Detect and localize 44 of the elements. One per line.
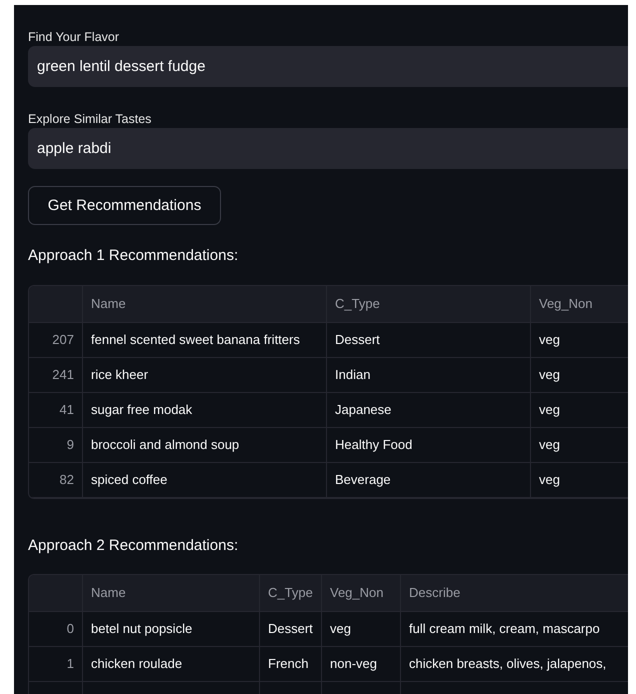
table-cell: Indian	[327, 358, 531, 393]
table-cell: non-veg	[322, 647, 401, 682]
table-cell: Dessert	[260, 612, 322, 647]
table-cell: French	[260, 647, 322, 682]
section-heading: Approach 1 Recommendations:	[28, 246, 240, 266]
table-cell: betel nut popsicle	[83, 612, 260, 647]
table-cell: chicken breasts, olives, jalapenos,	[401, 647, 628, 682]
row-index: 9	[29, 428, 83, 463]
text-input[interactable]: apple rabdi	[28, 128, 628, 169]
table-cell: veg	[531, 323, 628, 358]
column-header[interactable]: Name	[83, 575, 260, 612]
table-cell: veg	[531, 463, 628, 498]
table-cell: Healthy Food	[327, 428, 531, 463]
table-cell: veg	[531, 393, 628, 428]
row-index: 1	[29, 647, 83, 682]
column-header[interactable]: Describe	[401, 575, 628, 612]
row-index: 41	[29, 393, 83, 428]
table-cell: rice kheer	[83, 358, 327, 393]
field-label: Find Your Flavor	[28, 29, 120, 46]
text-input[interactable]: green lentil dessert fudge	[28, 46, 628, 87]
get-recommendations-button[interactable]: Get Recommendations	[28, 186, 221, 225]
column-header[interactable]: C_Type	[260, 575, 322, 612]
table-cell: Japanese	[327, 393, 531, 428]
table-cell: chicken roulade	[83, 647, 260, 682]
table-cell: full cream milk, cream, mascarpo	[401, 612, 628, 647]
column-header[interactable]: Name	[83, 286, 327, 323]
table-cell: sugar free modak	[83, 393, 327, 428]
field-label: Explore Similar Tastes	[28, 111, 152, 128]
table-cell: Dessert	[327, 323, 531, 358]
table-cell: veg	[531, 428, 628, 463]
table-cell: fennel scented sweet banana fritters	[83, 323, 327, 358]
table-cell: Beverage	[327, 463, 531, 498]
column-header[interactable]: C_Type	[327, 286, 531, 323]
row-index: 0	[29, 612, 83, 647]
section-heading: Approach 2 Recommendations:	[28, 536, 240, 556]
column-header[interactable]: Veg_Non	[322, 575, 401, 612]
row-index: 241	[29, 358, 83, 393]
table-cell: broccoli and almond soup	[83, 428, 327, 463]
table-cell: veg	[531, 358, 628, 393]
table-cell: spiced coffee	[83, 463, 327, 498]
row-index: 82	[29, 463, 83, 498]
row-index: 207	[29, 323, 83, 358]
column-header[interactable]: Veg_Non	[531, 286, 628, 323]
table-cell: veg	[322, 612, 401, 647]
